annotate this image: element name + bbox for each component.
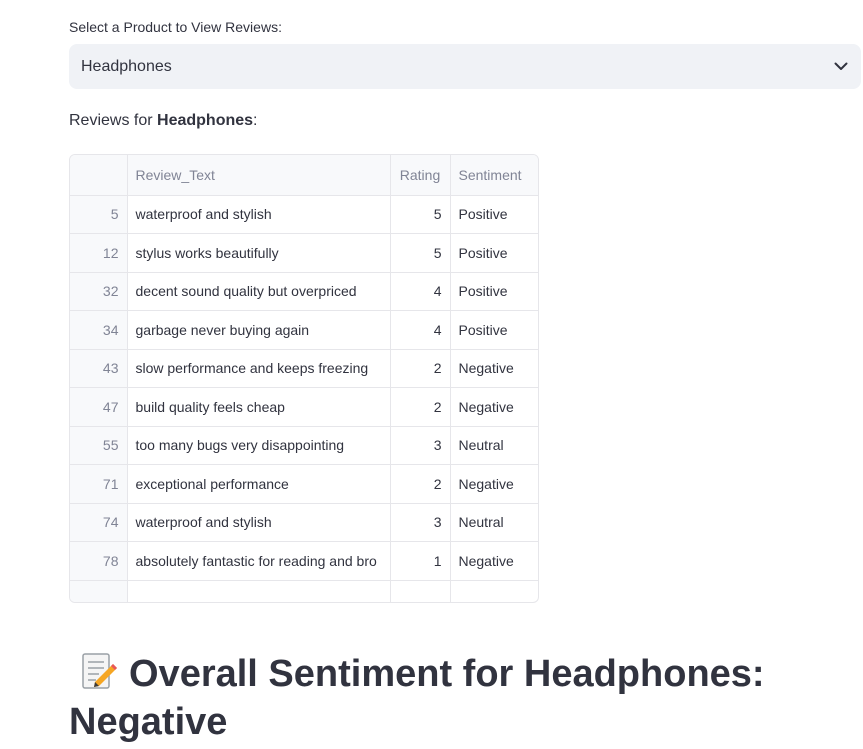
review-text-cell[interactable]: too many bugs very disappointing: [127, 426, 391, 465]
memo-icon: [82, 653, 117, 689]
table-row[interactable]: 5 waterproof and stylish 5 Positive: [70, 195, 538, 234]
sentiment-cell[interactable]: Negative: [450, 349, 538, 388]
rating-cell[interactable]: 4: [390, 310, 451, 350]
review-text-cell[interactable]: garbage never buying again: [127, 310, 391, 350]
table-row[interactable]: 34 garbage never buying again 4 Positive: [70, 310, 538, 350]
table-row[interactable]: 12 stylus works beautifully 5 Positive: [70, 233, 538, 273]
row-index[interactable]: 47: [70, 387, 128, 427]
review-text-cell[interactable]: waterproof and stylish: [127, 195, 391, 234]
table-row[interactable]: 71 exceptional performance 2 Negative: [70, 464, 538, 504]
review-text-cell[interactable]: stylus works beautifully: [127, 233, 391, 273]
review-text-cell[interactable]: waterproof and stylish: [127, 503, 391, 542]
product-select[interactable]: Headphones: [69, 44, 861, 89]
column-header-index[interactable]: [70, 155, 128, 196]
sentiment-cell[interactable]: Positive: [450, 233, 538, 273]
overall-sentiment-text: Overall Sentiment for Headphones: Negati…: [69, 653, 765, 743]
review-text-cell[interactable]: decent sound quality but overpriced: [127, 272, 391, 311]
table-header-row: Review_Text Rating Sentiment: [70, 155, 538, 196]
empty-cell: [70, 580, 128, 602]
review-text-cell[interactable]: absolutely fantastic for reading and bro: [127, 541, 391, 581]
row-index[interactable]: 34: [70, 310, 128, 350]
column-header-review-text[interactable]: Review_Text: [127, 155, 391, 196]
sentiment-cell[interactable]: Negative: [450, 541, 538, 581]
row-index[interactable]: 32: [70, 272, 128, 311]
sentiment-cell[interactable]: Positive: [450, 272, 538, 311]
sentiment-cell[interactable]: Negative: [450, 464, 538, 504]
empty-cell: [450, 580, 538, 602]
reviews-heading: Reviews for Headphones:: [69, 110, 258, 132]
table-row[interactable]: 74 waterproof and stylish 3 Neutral: [70, 503, 538, 542]
row-index[interactable]: 74: [70, 503, 128, 542]
empty-cell: [127, 580, 391, 602]
reviews-heading-product: Headphones: [157, 112, 254, 129]
table-row[interactable]: [70, 580, 538, 602]
table-row[interactable]: 47 build quality feels cheap 2 Negative: [70, 387, 538, 427]
rating-cell[interactable]: 2: [390, 387, 451, 427]
row-index[interactable]: 5: [70, 195, 128, 234]
empty-cell: [390, 580, 451, 602]
product-select-label: Select a Product to View Reviews:: [69, 19, 282, 35]
row-index[interactable]: 43: [70, 349, 128, 388]
column-header-sentiment[interactable]: Sentiment: [450, 155, 538, 196]
chevron-down-icon[interactable]: [833, 59, 849, 75]
reviews-heading-suffix: :: [253, 112, 258, 129]
rating-cell[interactable]: 2: [390, 464, 451, 504]
rating-cell[interactable]: 3: [390, 503, 451, 542]
sentiment-cell[interactable]: Neutral: [450, 503, 538, 542]
sentiment-cell[interactable]: Positive: [450, 310, 538, 350]
rating-cell[interactable]: 5: [390, 233, 451, 273]
review-text-cell[interactable]: exceptional performance: [127, 464, 391, 504]
rating-cell[interactable]: 4: [390, 272, 451, 311]
product-select-value: Headphones: [81, 57, 172, 75]
table-row[interactable]: 43 slow performance and keeps freezing 2 Ne…: [70, 349, 538, 388]
sentiment-cell[interactable]: Negative: [450, 387, 538, 427]
reviews-heading-prefix: Reviews for: [69, 112, 158, 129]
sentiment-cell[interactable]: Positive: [450, 195, 538, 234]
row-index[interactable]: 71: [70, 464, 128, 504]
overall-sentiment-heading: Overall Sentiment for Headphones: Negati…: [69, 650, 829, 746]
rating-cell[interactable]: 2: [390, 349, 451, 388]
table-row[interactable]: 32 decent sound quality but overpriced 4 Po…: [70, 272, 538, 311]
table-row[interactable]: 78 absolutely fantastic for reading and b…: [70, 541, 538, 581]
row-index[interactable]: 78: [70, 541, 128, 581]
table-row[interactable]: 55 too many bugs very disappointing 3 Neutr…: [70, 426, 538, 465]
column-header-rating[interactable]: Rating: [390, 155, 451, 196]
reviews-table[interactable]: Review_Text Rating Sentiment 5 waterproof…: [69, 154, 539, 603]
sentiment-cell[interactable]: Neutral: [450, 426, 538, 465]
review-text-cell[interactable]: build quality feels cheap: [127, 387, 391, 427]
rating-cell[interactable]: 1: [390, 541, 451, 581]
rating-cell[interactable]: 3: [390, 426, 451, 465]
row-index[interactable]: 12: [70, 233, 128, 273]
rating-cell[interactable]: 5: [390, 195, 451, 234]
review-text-cell[interactable]: slow performance and keeps freezing: [127, 349, 391, 388]
row-index[interactable]: 55: [70, 426, 128, 465]
